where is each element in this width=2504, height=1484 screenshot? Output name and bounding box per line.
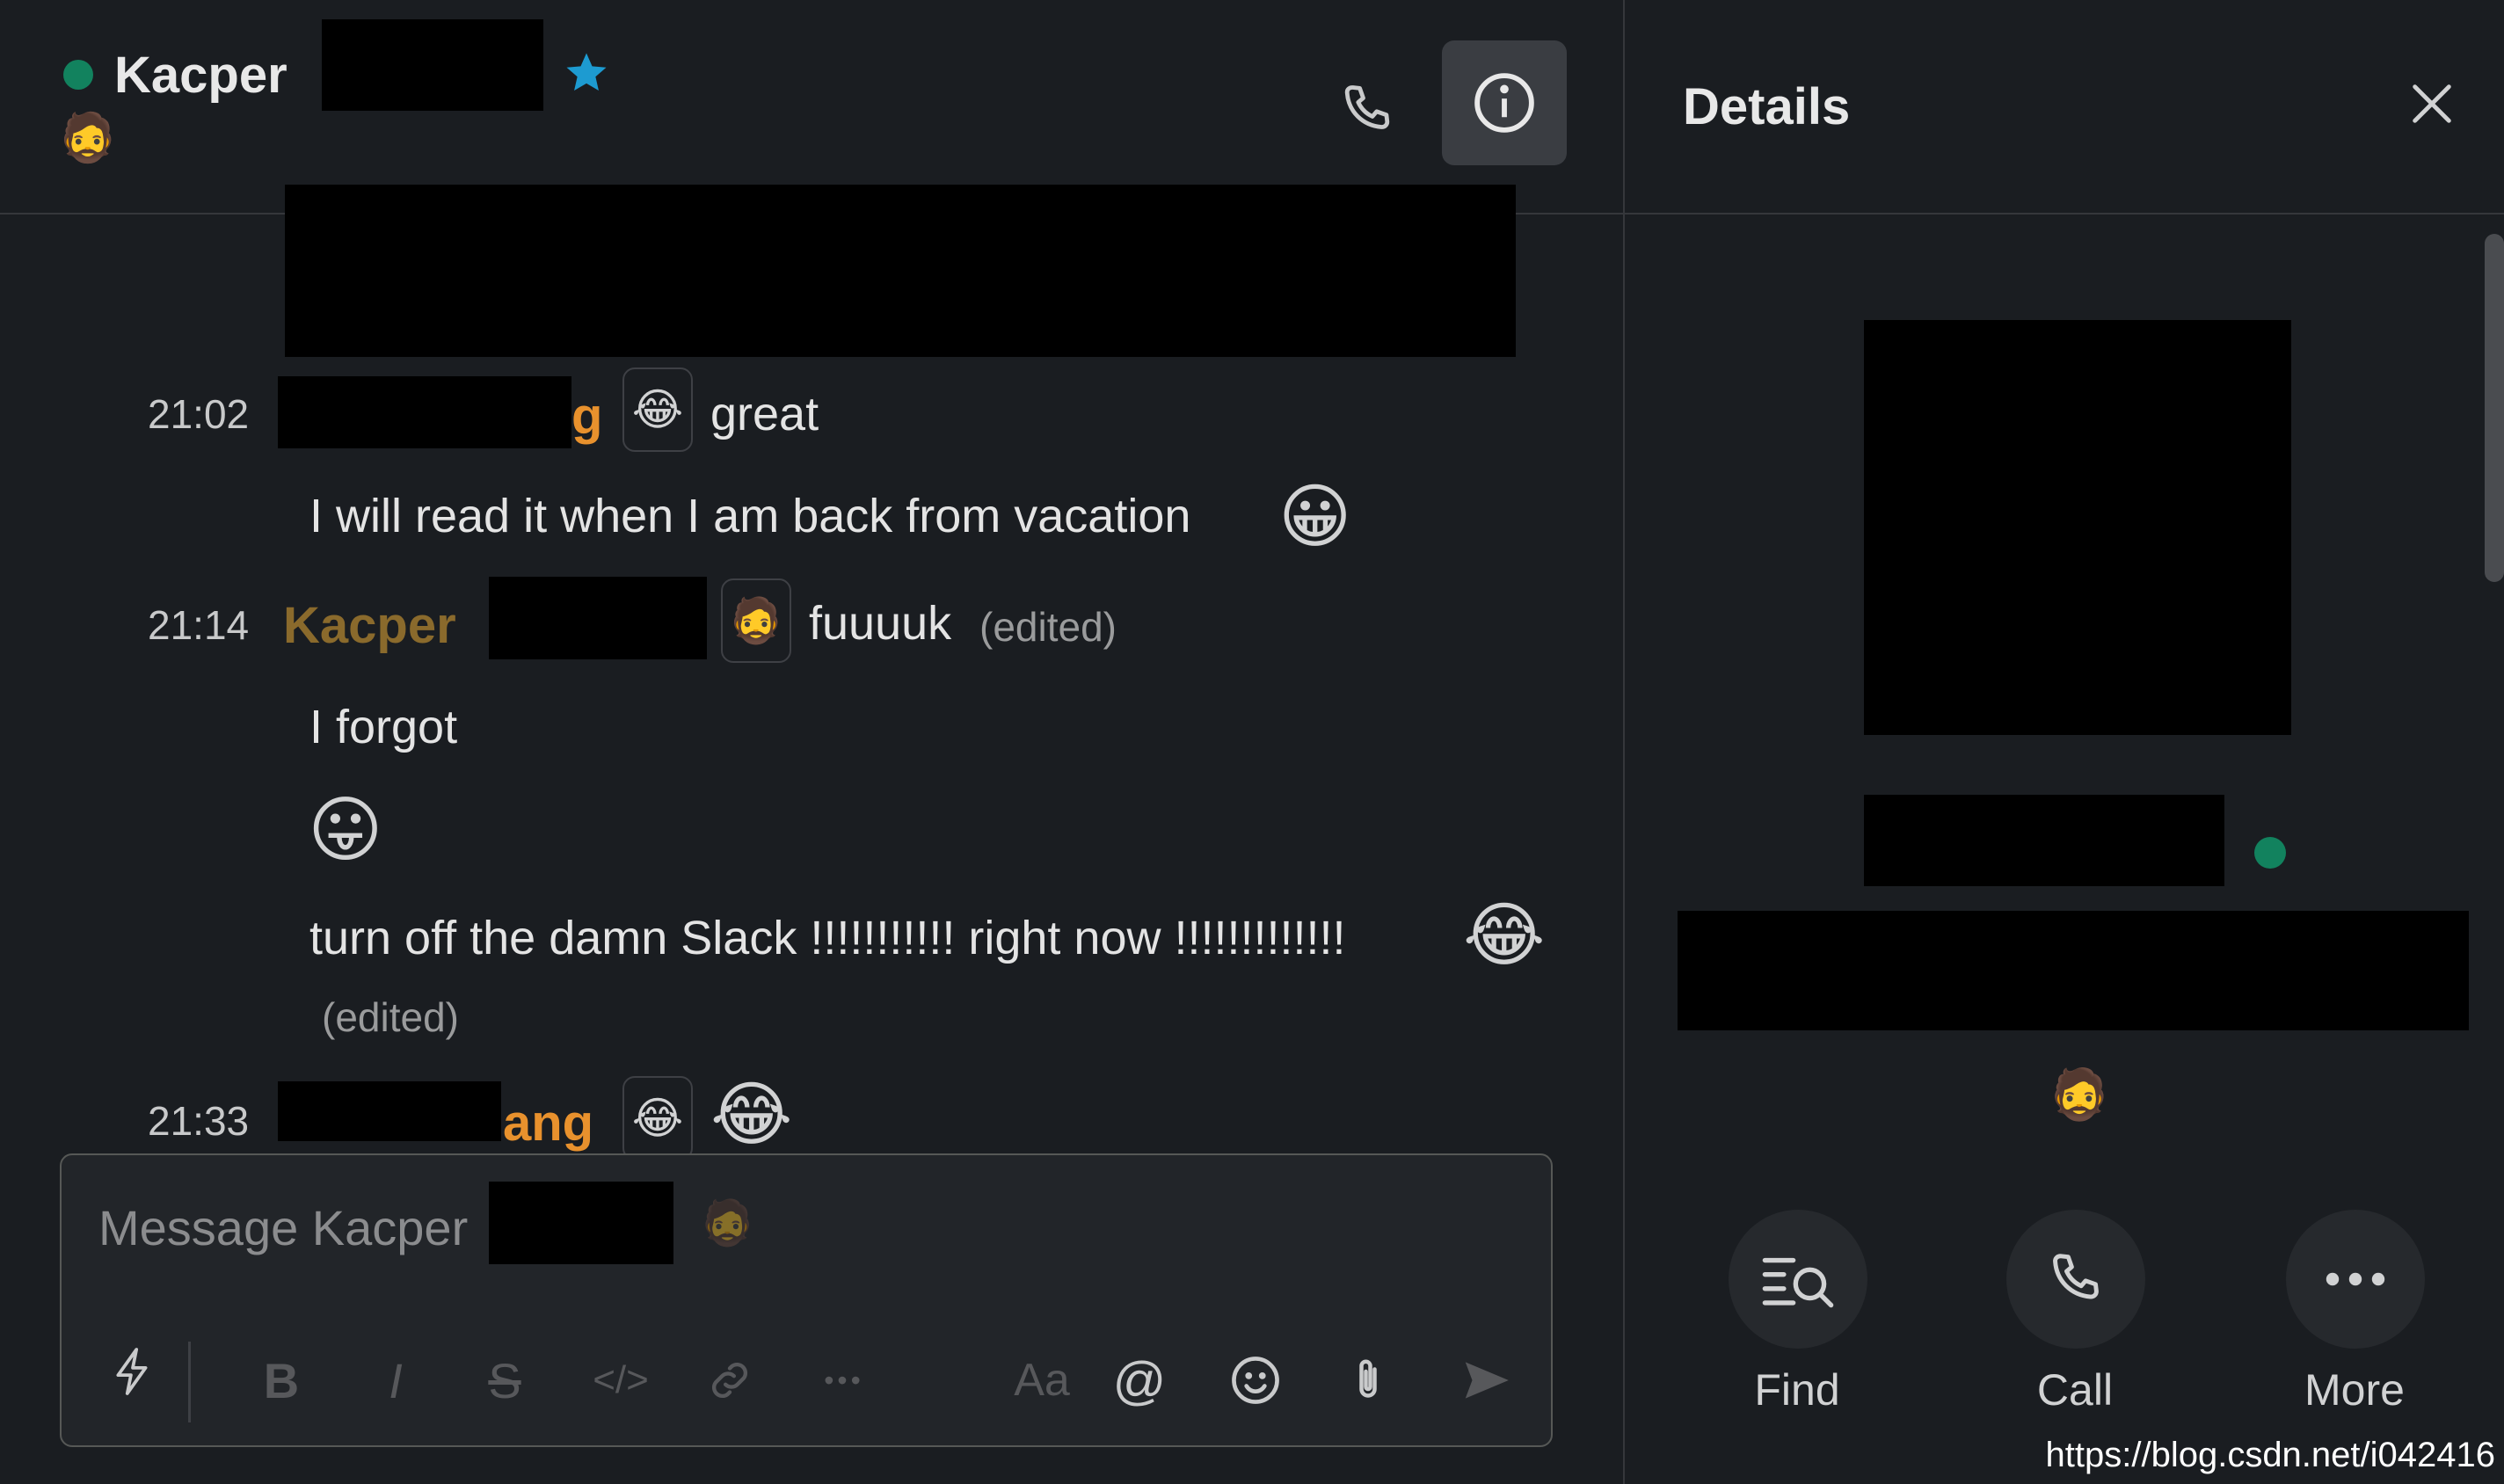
redacted-block xyxy=(285,185,1516,357)
watermark-text: https://blog.csdn.net/i042416 xyxy=(2045,1436,2495,1474)
channel-header: Kacper 🧔 xyxy=(0,0,1623,215)
find-icon xyxy=(1762,1257,1834,1308)
emoji-picker-icon[interactable] xyxy=(1220,1345,1291,1415)
more-label[interactable]: More xyxy=(2240,1364,2469,1415)
formatting-toggle-button[interactable]: Aa xyxy=(994,1345,1090,1415)
italic-button[interactable]: I xyxy=(360,1345,431,1415)
mention-button[interactable]: @ xyxy=(1104,1345,1175,1415)
strikethrough-button[interactable]: S xyxy=(470,1345,540,1415)
sender-status-emoji: 😂 xyxy=(622,1076,693,1160)
info-button[interactable] xyxy=(1442,40,1567,165)
presence-indicator xyxy=(2254,837,2286,869)
presence-indicator xyxy=(63,60,93,90)
call-label[interactable]: Call xyxy=(1961,1364,2189,1415)
toolbar-divider xyxy=(188,1342,191,1422)
phone-icon[interactable] xyxy=(1319,62,1416,158)
message-timestamp[interactable]: 21:33 xyxy=(148,1097,249,1145)
more-formatting-button[interactable]: ••• xyxy=(809,1345,879,1415)
emoji-tongue: 😛 xyxy=(308,789,383,872)
info-icon xyxy=(1474,73,1534,133)
profile-photo-redacted xyxy=(1864,320,2291,735)
sender-name[interactable]: g xyxy=(571,387,602,446)
message-input-placeholder[interactable]: Message Kacper xyxy=(98,1199,468,1256)
link-icon[interactable] xyxy=(695,1345,765,1415)
details-panel: Details 🧔 Find Call More xyxy=(1623,0,2504,1484)
status-emoji: 🧔 xyxy=(58,110,118,165)
find-label[interactable]: Find xyxy=(1683,1364,1911,1415)
message-text: I forgot xyxy=(309,701,458,753)
contact-name[interactable]: Kacper xyxy=(114,46,288,105)
call-button[interactable] xyxy=(2006,1210,2145,1349)
details-header: Details xyxy=(1625,0,2504,215)
sender-status-emoji: 🧔 xyxy=(721,578,791,663)
message-timestamp[interactable]: 21:02 xyxy=(148,390,249,438)
redacted-block xyxy=(489,1182,673,1264)
message-text: I will read it when I am back from vacat… xyxy=(309,490,1191,542)
status-emoji: 🧔 xyxy=(2049,1066,2110,1124)
edited-label: (edited) xyxy=(979,604,1117,650)
shortcuts-lightning-icon[interactable] xyxy=(102,1336,164,1407)
close-icon[interactable] xyxy=(2398,70,2465,137)
message-text: great xyxy=(710,388,819,440)
code-button[interactable]: </> xyxy=(577,1345,665,1415)
phone-icon xyxy=(2053,1254,2099,1299)
redacted-block xyxy=(1864,795,2224,886)
message-text: turn off the damn Slack !!!!!!!!!!! righ… xyxy=(309,912,1346,964)
sender-status-emoji: 😂 xyxy=(622,367,693,452)
bold-button[interactable]: B xyxy=(246,1345,317,1415)
placeholder-emoji: 🧔 xyxy=(700,1197,755,1248)
redacted-block xyxy=(489,577,707,659)
message-text: fuuuuk xyxy=(809,597,952,650)
details-title: Details xyxy=(1683,78,1851,135)
chat-pane: Kacper 🧔 21:02 g 😂 great I will read it … xyxy=(0,0,1623,1484)
message-composer[interactable]: Message Kacper 🧔 B I S </> ••• Aa @ xyxy=(60,1153,1553,1447)
redacted-block xyxy=(278,1081,501,1141)
redacted-block xyxy=(1678,911,2469,1030)
sender-name[interactable]: ang xyxy=(503,1094,593,1153)
star-icon[interactable] xyxy=(563,49,610,101)
edited-label: (edited) xyxy=(322,994,459,1040)
more-icon xyxy=(2326,1272,2385,1286)
emoji-joy: 😂 xyxy=(710,1073,793,1155)
attachment-icon[interactable] xyxy=(1333,1345,1403,1415)
redacted-block xyxy=(278,376,571,448)
send-icon[interactable] xyxy=(1451,1345,1521,1415)
find-button[interactable] xyxy=(1729,1210,1867,1349)
details-scrollbar[interactable] xyxy=(2485,234,2504,582)
more-button[interactable] xyxy=(2286,1210,2425,1349)
emoji-grinning: 😀 xyxy=(1278,476,1352,557)
sender-name[interactable]: Kacper xyxy=(283,596,456,655)
message-timestamp[interactable]: 21:14 xyxy=(148,601,249,649)
emoji-joy: 😂 xyxy=(1463,894,1546,976)
redacted-block xyxy=(322,19,543,111)
